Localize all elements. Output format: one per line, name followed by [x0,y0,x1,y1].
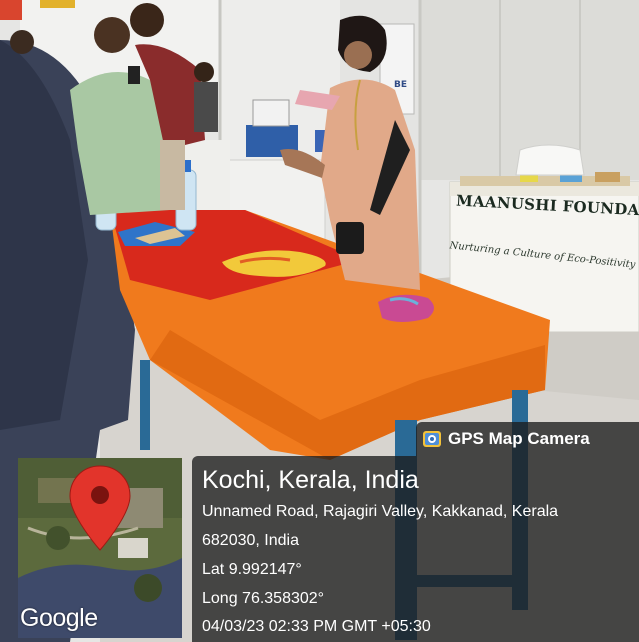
map-thumbnail: Google [18,458,182,638]
place-name: Kochi, Kerala, India [202,466,419,494]
photo-frame: BE MAANUSHI FOUNDATION Nurturing a Cultu… [0,0,639,642]
latitude-value: Lat 9.992147° [202,561,302,578]
longitude-value: Long 76.358302° [202,590,325,607]
address-line-1: Unnamed Road, Rajagiri Valley, Kakkanad,… [202,503,559,520]
gps-info-panel: Kochi, Kerala, India Unnamed Road, Rajag… [192,456,639,642]
address-line-2: 682030, India [202,532,299,549]
google-logo: Google [20,604,98,632]
gps-map-camera-icon [423,431,441,447]
gps-app-badge: GPS Map Camera [416,422,639,456]
timestamp: 04/03/23 02:33 PM GMT +05:30 [202,618,431,635]
gps-app-name: GPS Map Camera [448,429,590,448]
stand-poster-text: BE [394,80,408,90]
